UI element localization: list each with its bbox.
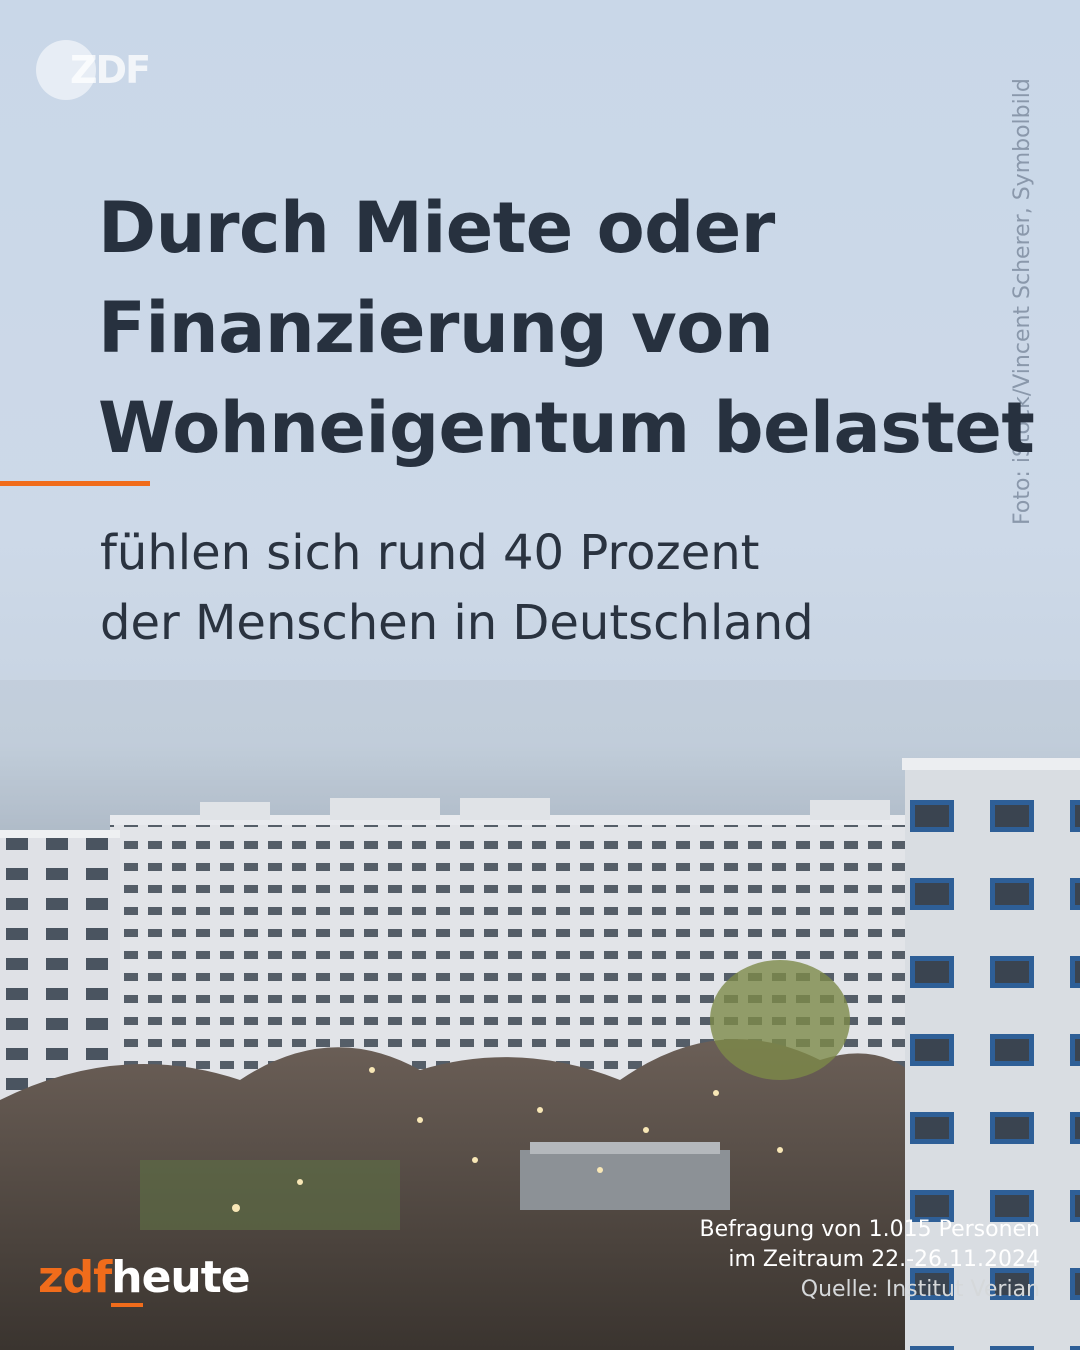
logo-part-heute: heute [111, 1252, 250, 1303]
headline-line: Wohneigentum belastet [98, 387, 1035, 469]
subheadline-line: fühlen sich rund 40 Prozent [100, 525, 760, 581]
headline-line: Finanzierung von [98, 287, 774, 369]
zdf-badge-text: ZDF [70, 48, 151, 92]
survey-sample-text: Befragung von 1.015 Personen [699, 1217, 1040, 1242]
accent-divider [0, 481, 150, 486]
source-attribution: Quelle: Institut Verian [800, 1277, 1040, 1302]
subheadline: fühlen sich rund 40 Prozent der Menschen… [100, 518, 1000, 658]
headline-line: Durch Miete oder [98, 187, 775, 269]
headline: Durch Miete oder Finanzierung von Wohnei… [98, 178, 1035, 478]
survey-period-text: im Zeitraum 22.-26.11.2024 [728, 1247, 1040, 1272]
zdfheute-logo: zdfheute [38, 1252, 251, 1303]
social-card: ZDF Foto: iStock/Vincent Scherer, Symbol… [0, 0, 1080, 1350]
subheadline-line: der Menschen in Deutschland [100, 595, 814, 651]
logo-part-zdf: zdf [38, 1252, 112, 1303]
survey-source: Befragung von 1.015 Personen im Zeitraum… [699, 1215, 1040, 1305]
